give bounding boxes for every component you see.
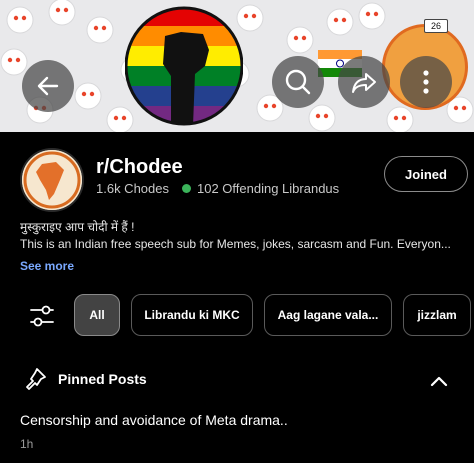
pin-icon — [26, 368, 46, 390]
pinned-posts-heading: Pinned Posts — [58, 371, 147, 387]
pinned-post-title[interactable]: Censorship and avoidance of Meta drama.. — [20, 412, 288, 428]
share-button[interactable] — [338, 56, 390, 108]
more-icon — [423, 70, 429, 94]
back-arrow-icon — [37, 76, 59, 96]
subreddit-name: r/Chodee — [96, 156, 183, 178]
description-line-1: मुस्कुराइए आप चोदी में हैं ! — [20, 220, 135, 234]
filter-chip-all[interactable]: All — [74, 294, 120, 336]
device-status-badge: 26 — [424, 19, 448, 33]
back-button[interactable] — [22, 60, 74, 112]
filter-chip-jizzlam[interactable]: jizzlam — [403, 294, 471, 336]
chevron-up-icon[interactable] — [428, 372, 450, 390]
online-count: 102 Offending Librandus — [197, 181, 340, 196]
filter-chip-librandu-ki-mkc[interactable]: Librandu ki MKC — [131, 294, 253, 336]
filter-chip-aag-lagane-vala[interactable]: Aag lagane vala... — [264, 294, 392, 336]
raised-fist-icon — [125, 6, 243, 126]
subreddit-avatar[interactable] — [20, 148, 84, 212]
see-more-link[interactable]: See more — [20, 259, 74, 273]
search-button[interactable] — [272, 56, 324, 108]
online-indicator-icon — [182, 184, 191, 193]
subreddit-stats: 1.6k Chodes 102 Offending Librandus — [96, 181, 339, 196]
filter-icon[interactable] — [26, 300, 58, 332]
pinned-post-age: 1h — [20, 437, 34, 451]
joined-button[interactable]: Joined — [384, 156, 468, 192]
india-map-avatar-icon — [22, 150, 82, 210]
search-icon — [285, 69, 311, 95]
share-icon — [352, 73, 376, 93]
more-options-button[interactable] — [400, 56, 452, 108]
member-count: 1.6k Chodes — [96, 181, 169, 196]
banner: 26 — [0, 0, 474, 132]
description-line-2: This is an Indian free speech sub for Me… — [20, 237, 451, 251]
